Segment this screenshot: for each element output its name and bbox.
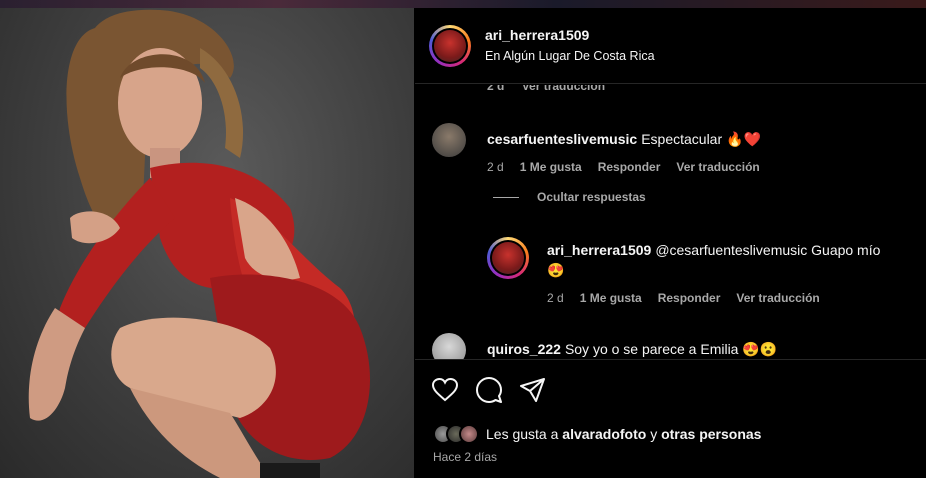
previous-comment-meta: 2 d Ver traducción bbox=[487, 85, 619, 93]
commenter-username[interactable]: cesarfuenteslivemusic bbox=[487, 131, 637, 147]
reply-username[interactable]: ari_herrera1509 bbox=[547, 242, 651, 258]
top-background-strip bbox=[0, 0, 926, 8]
heart-icon[interactable] bbox=[431, 376, 459, 404]
comment-time: 2 d bbox=[487, 160, 504, 174]
reply-text-line2: 😍 bbox=[547, 262, 565, 278]
hide-replies-button[interactable]: Ocultar respuestas bbox=[493, 190, 646, 204]
reply-time: 2 d bbox=[547, 291, 564, 305]
likes-prefix: Les gusta a bbox=[486, 426, 559, 442]
reply-text-line1: @cesarfuenteslivemusic Guapo mío bbox=[655, 242, 881, 258]
post-location[interactable]: En Algún Lugar De Costa Rica bbox=[485, 49, 655, 63]
commenter-avatar[interactable] bbox=[432, 333, 466, 359]
likes-others-link[interactable]: otras personas bbox=[661, 426, 761, 442]
post-time: Hace 2 días bbox=[433, 450, 498, 464]
likes-mid: y bbox=[650, 426, 658, 442]
hide-replies-label: Ocultar respuestas bbox=[537, 190, 646, 204]
previous-comment-time: 2 d bbox=[487, 85, 505, 93]
post-details-panel: ari_herrera1509 En Algún Lugar De Costa … bbox=[415, 8, 926, 478]
likes-summary[interactable]: Les gusta a alvaradofoto y otras persona… bbox=[433, 424, 761, 444]
more-options-icon[interactable]: ⋮ bbox=[918, 36, 926, 57]
comments-list[interactable]: 2 d Ver traducción cesarfuenteslivemusic… bbox=[415, 85, 926, 359]
comment-text: Espectacular 🔥❤️ bbox=[641, 131, 761, 147]
replies-divider-line bbox=[493, 196, 519, 198]
reply-reply-button[interactable]: Responder bbox=[658, 291, 721, 305]
commenter-avatar[interactable] bbox=[432, 123, 466, 157]
previous-comment-translate[interactable]: Ver traducción bbox=[522, 85, 605, 93]
comment-text: Soy yo o se parece a Emilia 😍😮 bbox=[564, 341, 778, 357]
post-photo[interactable] bbox=[0, 8, 414, 478]
post-author-avatar[interactable] bbox=[429, 25, 471, 67]
liker-avatar bbox=[459, 424, 479, 444]
reply-author-avatar[interactable] bbox=[487, 237, 529, 279]
comment-likes[interactable]: 1 Me gusta bbox=[520, 160, 582, 174]
likes-user-link[interactable]: alvaradofoto bbox=[562, 426, 646, 442]
share-icon[interactable] bbox=[519, 376, 547, 404]
translate-button[interactable]: Ver traducción bbox=[676, 160, 759, 174]
reply-likes[interactable]: 1 Me gusta bbox=[580, 291, 642, 305]
post-author-username[interactable]: ari_herrera1509 bbox=[485, 27, 589, 43]
commenter-username[interactable]: quiros_222 bbox=[487, 341, 561, 357]
post-header: ari_herrera1509 En Algún Lugar De Costa … bbox=[415, 8, 926, 84]
reply-translate-button[interactable]: Ver traducción bbox=[736, 291, 819, 305]
post-actions-bar: Les gusta a alvaradofoto y otras persona… bbox=[415, 359, 926, 478]
reply-button[interactable]: Responder bbox=[598, 160, 661, 174]
post-photo-illustration bbox=[28, 9, 370, 478]
comment-icon[interactable] bbox=[475, 376, 503, 404]
